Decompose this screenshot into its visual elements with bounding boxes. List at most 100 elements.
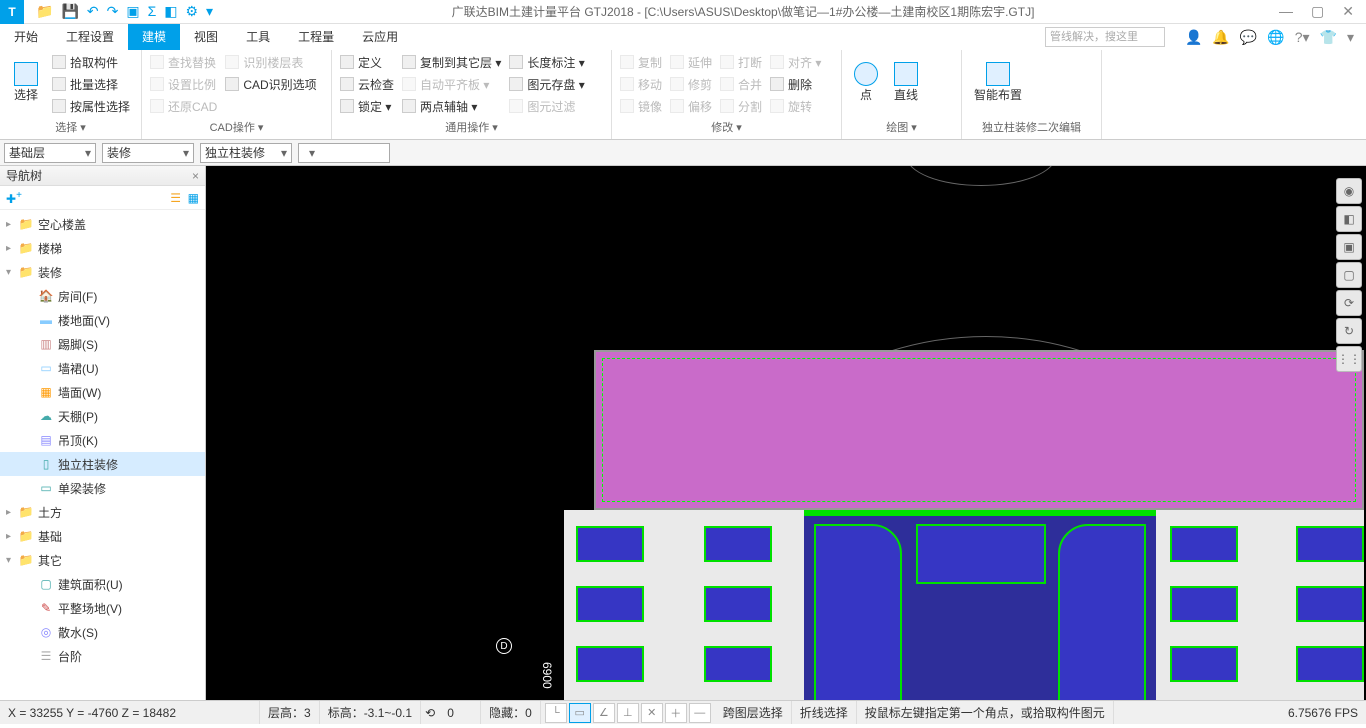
pick-component-button[interactable]: 拾取构件 xyxy=(50,52,132,72)
tree-node-wall-finish[interactable]: ▦墙面(W) xyxy=(0,380,205,404)
tree-node-leveling[interactable]: ✎平整场地(V) xyxy=(0,596,205,620)
tree-node-foundation[interactable]: ▸📁基础 xyxy=(0,524,205,548)
bell-icon[interactable]: 🔔 xyxy=(1212,29,1229,46)
merge-button[interactable]: 合并 xyxy=(718,74,764,94)
status-snap-rect-icon[interactable]: ▭ xyxy=(569,703,591,723)
tab-cloud[interactable]: 云应用 xyxy=(348,24,412,50)
user-icon[interactable]: 👤 xyxy=(1185,29,1202,46)
tab-quantity[interactable]: 工程量 xyxy=(284,24,348,50)
status-snap-plus-icon[interactable]: ＋ xyxy=(665,703,687,723)
tab-tools[interactable]: 工具 xyxy=(232,24,284,50)
help-search-input[interactable]: 管线解决，搜这里 xyxy=(1045,27,1165,47)
length-dim-button[interactable]: 长度标注 ▾ xyxy=(507,52,586,72)
tree-node-building-area[interactable]: ▢建筑面积(U) xyxy=(0,572,205,596)
split-button[interactable]: 分割 xyxy=(718,96,764,116)
select-button[interactable]: 选择 xyxy=(6,52,46,112)
find-replace-button[interactable]: 查找替换 xyxy=(148,52,219,72)
chat-icon[interactable]: 💬 xyxy=(1240,29,1257,46)
qat-more-icon[interactable]: ▾ xyxy=(206,3,213,20)
qat-sum-icon[interactable]: Σ xyxy=(148,3,157,20)
minimize-icon[interactable]: — xyxy=(1279,3,1293,20)
tree-node-earthwork[interactable]: ▸📁土方 xyxy=(0,500,205,524)
status-snap-cross-icon[interactable]: ✕ xyxy=(641,703,663,723)
nav-tree-close-icon[interactable]: × xyxy=(192,169,199,183)
status-snap-perp-icon[interactable]: ⊥ xyxy=(617,703,639,723)
maximize-icon[interactable]: ▢ xyxy=(1311,3,1324,20)
copy-button[interactable]: 复制 xyxy=(618,52,664,72)
close-icon[interactable]: ✕ xyxy=(1342,3,1354,20)
group-general-label[interactable]: 通用操作 ▾ xyxy=(338,117,605,137)
status-snap-angle-icon[interactable]: ∠ xyxy=(593,703,615,723)
model-viewport[interactable]: D C B 1/A A 16200 6900 2500 D C B 1/A A … xyxy=(206,166,1366,700)
tab-project-settings[interactable]: 工程设置 xyxy=(52,24,128,50)
tree-node-room[interactable]: 🏠房间(F) xyxy=(0,284,205,308)
theme-icon[interactable]: 👕 xyxy=(1320,29,1337,46)
view-rotate-icon[interactable]: ⟳ xyxy=(1336,290,1362,316)
tree-node-beam-finish[interactable]: ▭单梁装修 xyxy=(0,476,205,500)
tree-node-wainscot[interactable]: ▭墙裙(U) xyxy=(0,356,205,380)
view-cube-front-icon[interactable]: ▢ xyxy=(1336,262,1362,288)
tree-node-skirting[interactable]: ▥踢脚(S) xyxy=(0,332,205,356)
globe-icon[interactable]: 🌐 xyxy=(1267,29,1284,46)
component-name-dropdown[interactable] xyxy=(298,143,390,163)
status-snap-endpoint-icon[interactable]: └ xyxy=(545,703,567,723)
delete-button[interactable]: 删除 xyxy=(768,74,823,94)
view-refresh-icon[interactable]: ↻ xyxy=(1336,318,1362,344)
tree-node-ceiling[interactable]: ☁天棚(P) xyxy=(0,404,205,428)
element-save-button[interactable]: 图元存盘 ▾ xyxy=(507,74,586,94)
qat-tool-icon[interactable]: ◧ xyxy=(164,3,177,20)
nav-add-icon[interactable]: ✚+ xyxy=(6,190,22,206)
point-button[interactable]: 点 xyxy=(848,52,884,112)
element-filter-button[interactable]: 图元过滤 xyxy=(507,96,586,116)
rotate-button[interactable]: 旋转 xyxy=(768,96,823,116)
identify-floor-table-button[interactable]: 识别楼层表 xyxy=(223,52,318,72)
tree-node-suspended-ceiling[interactable]: ▤吊顶(K) xyxy=(0,428,205,452)
move-button[interactable]: 移动 xyxy=(618,74,664,94)
break-button[interactable]: 打断 xyxy=(718,52,764,72)
line-button[interactable]: 直线 xyxy=(888,52,924,112)
tab-modeling[interactable]: 建模 xyxy=(128,24,180,50)
view-settings-icon[interactable]: ⋮⋮ xyxy=(1336,346,1362,372)
qat-redo-icon[interactable]: ↷ xyxy=(107,3,119,20)
status-polyline-select-button[interactable]: 折线选择 xyxy=(792,701,857,724)
floor-dropdown[interactable]: 基础层 xyxy=(4,143,96,163)
copy-to-other-floor-button[interactable]: 复制到其它层 ▾ xyxy=(400,52,503,72)
define-button[interactable]: 定义 xyxy=(338,52,396,72)
view-cube-top-icon[interactable]: ▣ xyxy=(1336,234,1362,260)
category-dropdown[interactable]: 装修 xyxy=(102,143,194,163)
batch-select-button[interactable]: 批量选择 xyxy=(50,74,132,94)
qat-settings-icon[interactable]: ⚙ xyxy=(185,3,198,20)
tab-start[interactable]: 开始 xyxy=(0,24,52,50)
tree-node-floor-finish[interactable]: ▬楼地面(V) xyxy=(0,308,205,332)
status-snap-line-icon[interactable]: — xyxy=(689,703,711,723)
tree-node-apron[interactable]: ◎散水(S) xyxy=(0,620,205,644)
status-rotation[interactable]: ⟲0 xyxy=(421,701,481,724)
qat-open-icon[interactable]: 📁 xyxy=(36,3,53,20)
group-cad-label[interactable]: CAD操作 ▾ xyxy=(148,117,325,137)
lock-button[interactable]: 锁定 ▾ xyxy=(338,96,396,116)
extend-button[interactable]: 延伸 xyxy=(668,52,714,72)
auto-level-slab-button[interactable]: 自动平齐板 ▾ xyxy=(400,74,503,94)
tree-node-other[interactable]: ▾📁其它 xyxy=(0,548,205,572)
skin-icon[interactable]: ▾ xyxy=(1347,29,1354,46)
tab-view[interactable]: 视图 xyxy=(180,24,232,50)
view-cube-iso-icon[interactable]: ◧ xyxy=(1336,206,1362,232)
cloud-check-button[interactable]: 云检查 xyxy=(338,74,396,94)
group-draw-label[interactable]: 绘图 ▾ xyxy=(848,117,955,137)
nav-grid-view-icon[interactable]: ▦ xyxy=(188,191,199,205)
trim-button[interactable]: 修剪 xyxy=(668,74,714,94)
tree-node-stair[interactable]: ▸📁楼梯 xyxy=(0,236,205,260)
status-cross-layer-button[interactable]: 跨图层选择 xyxy=(715,701,792,724)
cad-identify-options-button[interactable]: CAD识别选项 xyxy=(223,74,318,94)
nav-list-view-icon[interactable]: ☰ xyxy=(170,191,181,205)
tree-node-finish[interactable]: ▾📁装修 xyxy=(0,260,205,284)
tree-node-step[interactable]: ☰台阶 xyxy=(0,644,205,668)
two-point-aux-axis-button[interactable]: 两点辅轴 ▾ xyxy=(400,96,503,116)
tree-node-column-finish[interactable]: ▯独立柱装修 xyxy=(0,452,205,476)
view-sphere-icon[interactable]: ◉ xyxy=(1336,178,1362,204)
help-icon[interactable]: ?▾ xyxy=(1295,29,1310,46)
group-select-label[interactable]: 选择 ▾ xyxy=(6,117,135,137)
align-button[interactable]: 对齐 ▾ xyxy=(768,52,823,72)
subcategory-dropdown[interactable]: 独立柱装修 xyxy=(200,143,292,163)
mirror-button[interactable]: 镜像 xyxy=(618,96,664,116)
